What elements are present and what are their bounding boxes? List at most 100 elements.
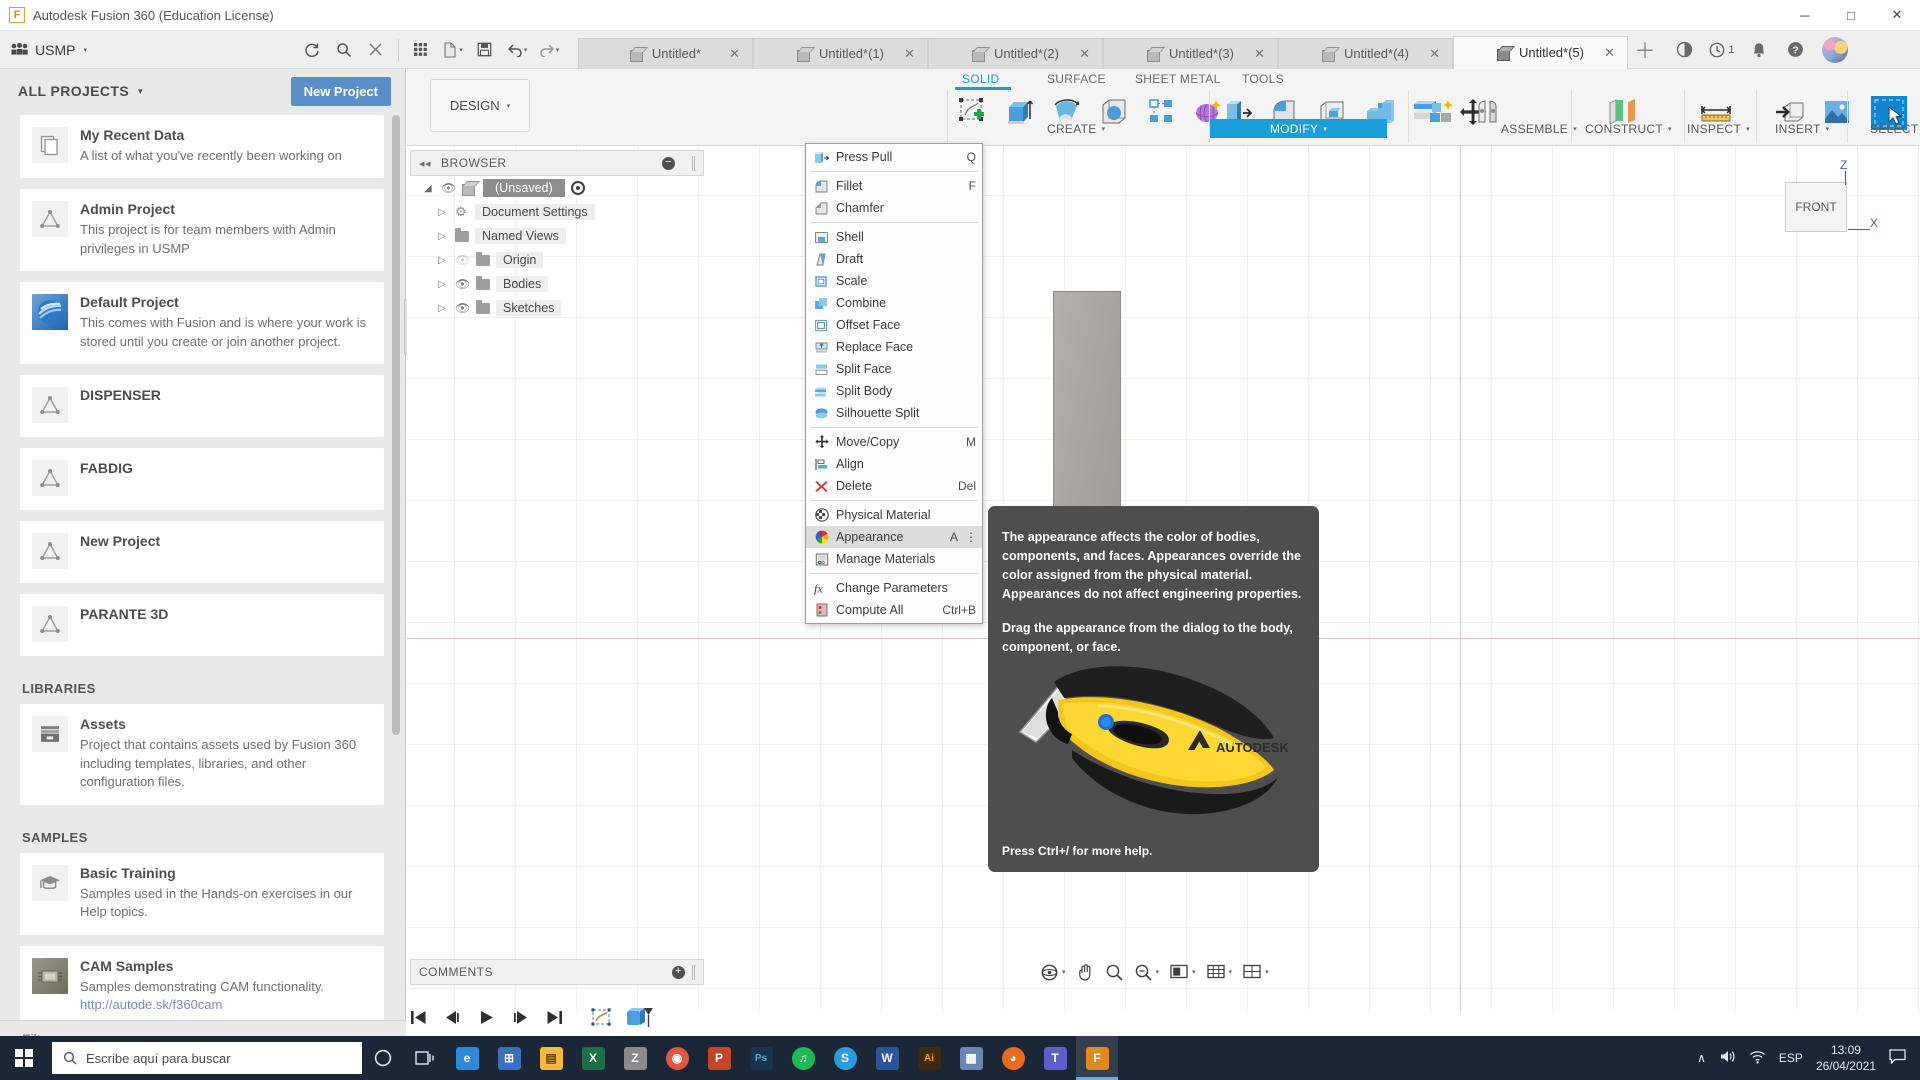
pattern-icon[interactable] (1140, 92, 1182, 132)
extension-manager-icon[interactable] (1668, 31, 1702, 69)
menu-item-fillet[interactable]: Fillet F (806, 175, 982, 197)
menu-item-appearance[interactable]: Appearance A ⋮ (806, 526, 982, 548)
spotify-icon[interactable]: ♫ (782, 1036, 824, 1080)
panel-label-construct[interactable]: CONSTRUCT ▾ (1585, 119, 1672, 138)
cortana-icon[interactable] (362, 1036, 404, 1080)
document-tab[interactable]: Untitled*(4) ✕ (1277, 37, 1453, 69)
tree-node-root[interactable]: ◢ 👁 (Unsaved) (410, 176, 704, 200)
orbit-icon[interactable]: ▾ (1040, 961, 1066, 983)
new-tab-button[interactable]: ＋ (1628, 31, 1662, 69)
panel-grip[interactable] (692, 964, 695, 980)
app-icon[interactable]: ▦ (950, 1036, 992, 1080)
save-icon[interactable] (470, 35, 500, 65)
action-center-icon[interactable] (1889, 1049, 1906, 1067)
pan-icon[interactable] (1076, 961, 1095, 983)
hub-selector[interactable]: USMP ▾ (0, 42, 87, 58)
clock[interactable]: 13:09 26/04/2021 (1816, 1042, 1876, 1074)
close-icon[interactable]: ✕ (904, 46, 915, 62)
expand-arrow-icon[interactable]: ▷ (438, 255, 449, 266)
timeline-step-forward-icon[interactable] (512, 1010, 529, 1029)
chevron-down-icon[interactable]: ▾ (138, 86, 143, 97)
tree-node-sketches[interactable]: ▷ 👁 Sketches (410, 296, 704, 320)
zoom-fit-icon[interactable]: ▾ (1134, 961, 1159, 983)
document-tab[interactable]: Untitled* ✕ (577, 37, 753, 69)
timeline-end-icon[interactable] (546, 1010, 563, 1029)
chrome-icon[interactable]: ◉ (656, 1036, 698, 1080)
tab-surface[interactable]: SURFACE (1047, 72, 1106, 86)
modify-dropdown-menu[interactable]: Press Pull Q Fillet F Chamfer Shell Draf… (805, 143, 983, 624)
refresh-icon[interactable] (297, 35, 327, 65)
windows-start-icon[interactable] (0, 1036, 48, 1080)
close-icon[interactable]: ✕ (1254, 46, 1265, 62)
menu-item-silhouette-split[interactable]: Silhouette Split (806, 402, 982, 424)
panel-label-select[interactable]: SELECT ▾ (1870, 119, 1920, 138)
panel-label-assemble[interactable]: ASSEMBLE ▾ (1501, 119, 1577, 138)
menu-item-physical-material[interactable]: Physical Material (806, 504, 982, 526)
search-input[interactable]: Escribe aquí para buscar (52, 1042, 362, 1074)
minimize-button[interactable]: ─ (1782, 0, 1828, 31)
visibility-eye-icon[interactable]: 👁 (441, 181, 456, 195)
skype-icon[interactable]: S (824, 1036, 866, 1080)
help-icon[interactable]: ? (1779, 31, 1813, 69)
timeline-begin-icon[interactable] (410, 1010, 427, 1029)
project-card[interactable]: Assets Project that contains assets used… (20, 704, 384, 805)
notifications-bell-icon[interactable] (1742, 31, 1776, 69)
add-comment-icon[interactable]: + (672, 965, 685, 979)
illustrator-icon[interactable]: Ai (908, 1036, 950, 1080)
document-tab[interactable]: Untitled*(1) ✕ (752, 37, 928, 69)
panel-label-create[interactable]: CREATE ▾ (1047, 119, 1105, 138)
search-icon[interactable] (329, 35, 359, 65)
menu-item-replace-face[interactable]: Replace Face (806, 336, 982, 358)
menu-item-delete[interactable]: Delete Del (806, 475, 982, 497)
menu-item-compute-all[interactable]: Compute All Ctrl+B (806, 599, 982, 621)
extrude-feature-icon[interactable] (625, 1007, 653, 1032)
timeline-step-back-icon[interactable] (444, 1010, 461, 1029)
menu-item-shell[interactable]: Shell (806, 226, 982, 248)
workspace-switcher[interactable]: DESIGN ▾ (430, 79, 530, 132)
extrude-icon[interactable] (999, 92, 1041, 132)
data-panel-scrollbar[interactable] (392, 115, 400, 735)
view-cube-face[interactable]: FRONT (1785, 182, 1847, 232)
viewports-icon[interactable]: ▾ (1242, 961, 1269, 983)
zbrush-icon[interactable]: Z (614, 1036, 656, 1080)
close-panel-icon[interactable] (361, 35, 391, 65)
view-cube[interactable]: FRONT Z X (1766, 156, 1886, 256)
excel-icon[interactable]: X (572, 1036, 614, 1080)
file-explorer-icon[interactable]: ▤ (530, 1036, 572, 1080)
project-card[interactable]: New Project (20, 521, 384, 584)
job-status-icon[interactable]: 1 (1705, 31, 1739, 69)
menu-item-split-face[interactable]: Split Face (806, 358, 982, 380)
grid-snaps-icon[interactable]: ▾ (1206, 961, 1232, 983)
maximize-button[interactable]: □ (1828, 0, 1874, 31)
document-tab[interactable]: Untitled*(2) ✕ (927, 37, 1103, 69)
fusion360-icon[interactable]: F (1076, 1036, 1118, 1080)
expand-arrow-icon[interactable]: ◢ (424, 183, 435, 194)
menu-item-scale[interactable]: Scale (806, 270, 982, 292)
project-card[interactable]: DISPENSER (20, 375, 384, 438)
undo-icon[interactable]: ▾ (502, 35, 532, 65)
redo-icon[interactable]: ▾ (534, 35, 564, 65)
project-card[interactable]: Admin Project This project is for team m… (20, 189, 384, 272)
volume-icon[interactable] (1719, 1049, 1736, 1067)
teams-icon[interactable]: T (1034, 1036, 1076, 1080)
project-card[interactable]: PARANTE 3D (20, 594, 384, 657)
new-component-icon[interactable] (1421, 92, 1463, 132)
project-link[interactable]: http://autode.sk/f360cam (80, 996, 324, 1014)
menu-item-align[interactable]: Align (806, 453, 982, 475)
tab-sheet-metal[interactable]: SHEET METAL (1135, 72, 1221, 86)
word-icon[interactable]: W (866, 1036, 908, 1080)
project-card[interactable]: My Recent Data A list of what you've rec… (20, 115, 384, 179)
tree-node-bodies[interactable]: ▷ 👁 Bodies (410, 272, 704, 296)
expand-arrow-icon[interactable]: ▷ (438, 231, 449, 242)
document-tab-active[interactable]: Untitled*(5) ✕ (1452, 35, 1628, 69)
close-button[interactable]: ✕ (1874, 0, 1920, 31)
expand-arrow-icon[interactable]: ▷ (438, 279, 449, 290)
menu-item-chamfer[interactable]: Chamfer (806, 197, 982, 219)
panel-grip[interactable] (692, 155, 695, 171)
visibility-eye-icon[interactable]: 👁 (455, 277, 470, 291)
project-link-text[interactable]: http://autode.sk/f360cam (80, 997, 222, 1012)
zoom-icon[interactable] (1105, 961, 1124, 983)
store-icon[interactable]: ⊞ (488, 1036, 530, 1080)
collapse-icon[interactable]: ◂◂ (419, 157, 431, 170)
comments-panel[interactable]: COMMENTS + (410, 959, 704, 985)
